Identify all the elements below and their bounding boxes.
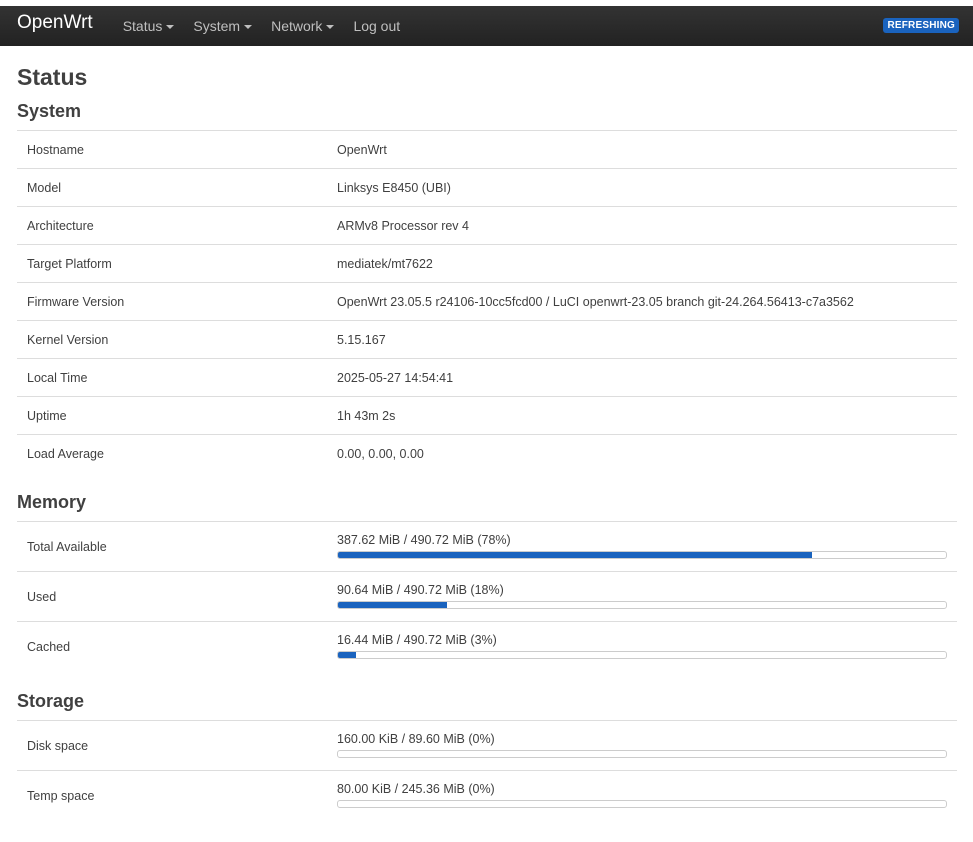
row-label: Architecture	[27, 218, 94, 233]
system-table: Hostname OpenWrt Model Linksys E8450 (UB…	[17, 130, 957, 472]
row-value: 90.64 MiB / 490.72 MiB (18%)	[337, 572, 957, 621]
row-label: Load Average	[27, 446, 104, 461]
row-value: 80.00 KiB / 245.36 MiB (0%)	[337, 771, 957, 820]
menu-status[interactable]: Status	[123, 18, 175, 34]
table-row: Kernel Version 5.15.167	[17, 320, 957, 358]
progress-bar	[337, 601, 947, 609]
chevron-down-icon	[166, 25, 175, 29]
row-value: OpenWrt 23.05.5 r24106-10cc5fcd00 / LuCI…	[337, 294, 854, 309]
page-title: Status	[17, 64, 88, 90]
chevron-down-icon	[326, 25, 335, 29]
progress-bar	[337, 800, 947, 808]
menu-logout[interactable]: Log out	[353, 18, 400, 34]
progress-bar	[337, 651, 947, 659]
row-value: OpenWrt	[337, 142, 387, 157]
table-row: Cached 16.44 MiB / 490.72 MiB (3%)	[17, 621, 957, 671]
progress-text: 80.00 KiB / 245.36 MiB (0%)	[337, 782, 495, 796]
progress-text: 16.44 MiB / 490.72 MiB (3%)	[337, 633, 497, 647]
table-row: Uptime 1h 43m 2s	[17, 396, 957, 434]
chevron-down-icon	[244, 25, 253, 29]
row-value: 1h 43m 2s	[337, 408, 396, 423]
progress-fill	[338, 652, 357, 658]
refreshing-badge[interactable]: REFRESHING	[883, 18, 959, 33]
row-value: 16.44 MiB / 490.72 MiB (3%)	[337, 622, 957, 671]
progress-bar	[337, 551, 947, 559]
row-value: 5.15.167	[337, 332, 386, 347]
row-label: Cached	[27, 639, 71, 654]
row-label: Total Available	[27, 539, 107, 554]
memory-section-title: Memory	[17, 492, 87, 512]
menu-status-label: Status	[122, 18, 163, 34]
row-value: 387.62 MiB / 490.72 MiB (78%)	[337, 522, 957, 571]
system-section-title: System	[17, 101, 82, 121]
table-row: Model Linksys E8450 (UBI)	[17, 168, 957, 206]
progress-fill	[338, 552, 813, 558]
table-row: Hostname OpenWrt	[17, 130, 957, 168]
menu-network-label: Network	[271, 18, 323, 34]
table-row: Temp space 80.00 KiB / 245.36 MiB (0%)	[17, 770, 957, 820]
row-label: Model	[27, 180, 62, 195]
main-content: Status System Hostname OpenWrt Model Lin…	[0, 64, 973, 820]
row-label: Hostname	[27, 142, 84, 157]
brand-logo[interactable]: OpenWrt	[17, 12, 93, 34]
row-value: mediatek/mt7622	[337, 256, 433, 271]
menu-logout-label: Log out	[353, 18, 401, 34]
table-row: Architecture ARMv8 Processor rev 4	[17, 206, 957, 244]
memory-section: Memory Total Available 387.62 MiB / 490.…	[17, 492, 957, 671]
table-row: Used 90.64 MiB / 490.72 MiB (18%)	[17, 571, 957, 621]
main-menu: Status System Network Log out	[113, 18, 409, 34]
row-label: Temp space	[27, 788, 95, 803]
row-label: Firmware Version	[27, 294, 125, 309]
table-row: Load Average 0.00, 0.00, 0.00	[17, 434, 957, 472]
row-value: 0.00, 0.00, 0.00	[337, 446, 424, 461]
row-value: 160.00 KiB / 89.60 MiB (0%)	[337, 721, 957, 770]
table-row: Firmware Version OpenWrt 23.05.5 r24106-…	[17, 282, 957, 320]
storage-section: Storage Disk space 160.00 KiB / 89.60 Mi…	[17, 691, 957, 820]
row-value: 2025-05-27 14:54:41	[337, 370, 454, 385]
row-value: Linksys E8450 (UBI)	[337, 180, 451, 195]
table-row: Disk space 160.00 KiB / 89.60 MiB (0%)	[17, 720, 957, 770]
row-label: Disk space	[27, 738, 89, 753]
system-section: System Hostname OpenWrt Model Linksys E8…	[17, 101, 957, 472]
row-label: Used	[27, 589, 57, 604]
menu-system-label: System	[193, 18, 241, 34]
progress-text: 387.62 MiB / 490.72 MiB (78%)	[337, 533, 511, 547]
top-navbar: OpenWrt Status System Network Log out RE…	[0, 6, 973, 46]
row-label: Target Platform	[27, 256, 112, 271]
memory-table: Total Available 387.62 MiB / 490.72 MiB …	[17, 521, 957, 671]
progress-text: 160.00 KiB / 89.60 MiB (0%)	[337, 732, 495, 746]
menu-system[interactable]: System	[193, 18, 253, 34]
table-row: Local Time 2025-05-27 14:54:41	[17, 358, 957, 396]
row-label: Local Time	[27, 370, 88, 385]
row-value: ARMv8 Processor rev 4	[337, 218, 469, 233]
progress-fill	[338, 602, 448, 608]
menu-network[interactable]: Network	[271, 18, 335, 34]
storage-table: Disk space 160.00 KiB / 89.60 MiB (0%) T…	[17, 720, 957, 820]
row-label: Uptime	[27, 408, 67, 423]
row-label: Kernel Version	[27, 332, 109, 347]
progress-text: 90.64 MiB / 490.72 MiB (18%)	[337, 583, 504, 597]
storage-section-title: Storage	[17, 691, 85, 711]
table-row: Total Available 387.62 MiB / 490.72 MiB …	[17, 521, 957, 571]
progress-bar	[337, 750, 947, 758]
table-row: Target Platform mediatek/mt7622	[17, 244, 957, 282]
